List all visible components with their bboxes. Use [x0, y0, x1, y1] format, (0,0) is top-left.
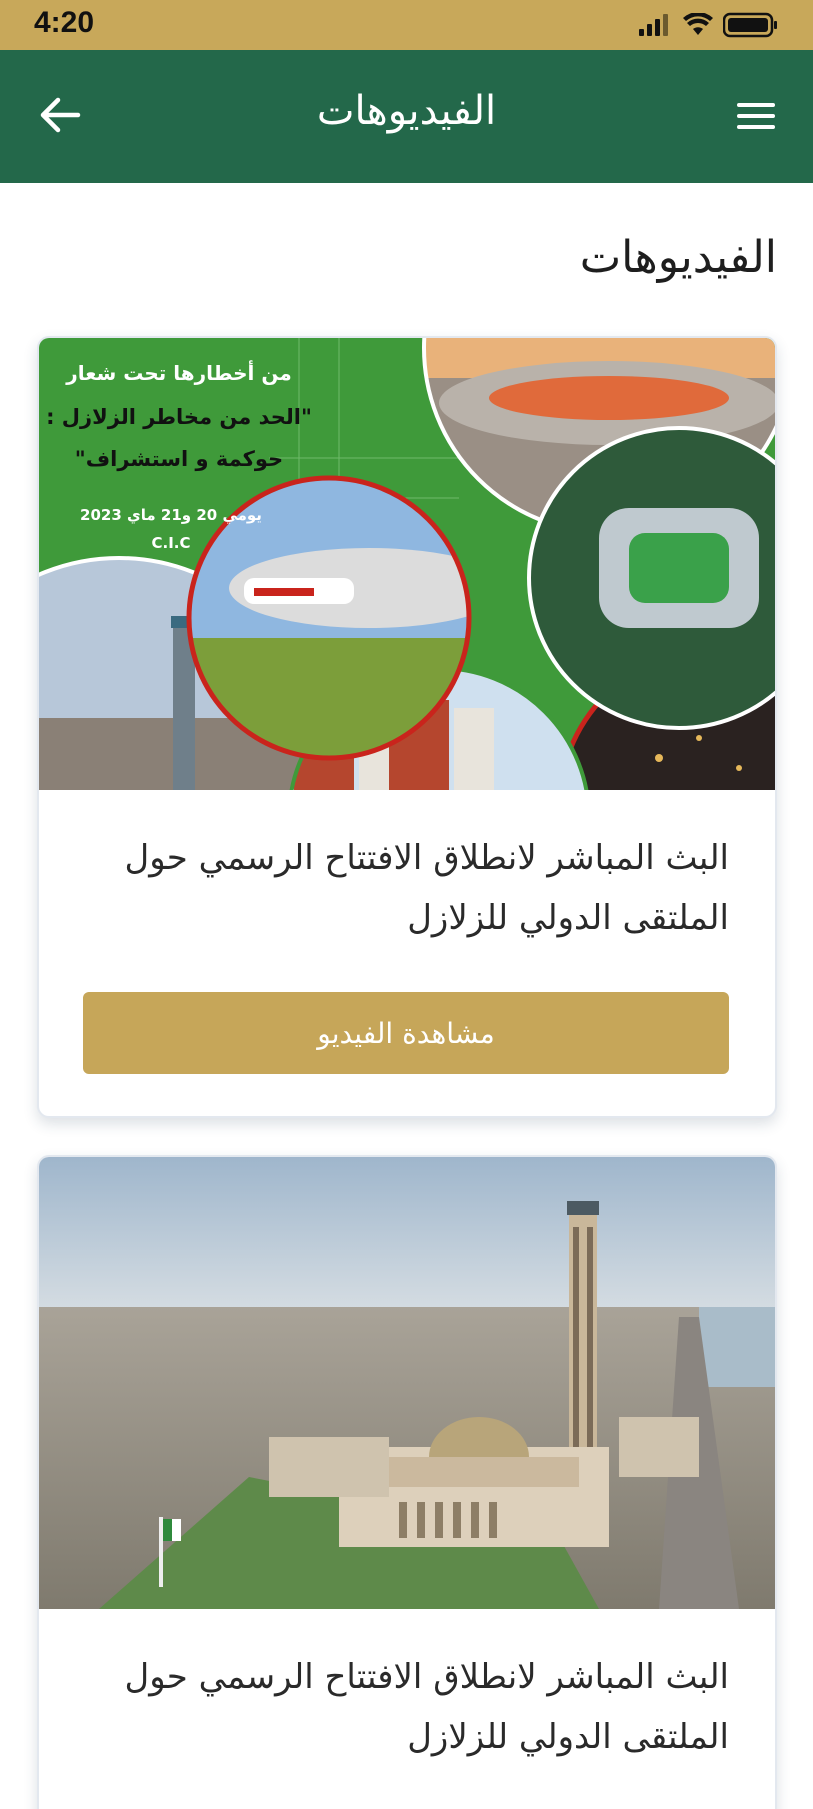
- video-thumbnail[interactable]: من أخطارها تحت شعار "الحد من مخاطر الزلا…: [39, 338, 775, 790]
- watch-video-button[interactable]: مشاهدة الفيديو: [83, 992, 729, 1074]
- video-thumbnail[interactable]: [39, 1157, 775, 1609]
- status-time: 4:20: [34, 6, 95, 39]
- poster-text-line-4: يومي 20 و21 ماي 2023: [80, 506, 262, 525]
- video-title: البث المباشر لانطلاق الافتتاح الرسمي حول…: [124, 838, 729, 938]
- poster-text-line-3: حوكمة و استشراف": [75, 447, 283, 471]
- wifi-icon: [683, 12, 713, 41]
- status-icons: [637, 12, 779, 42]
- video-card: البث المباشر لانطلاق الافتتاح الرسمي حول…: [37, 1155, 777, 1809]
- app-bar: الفيديوهات: [0, 50, 813, 183]
- video-card: من أخطارها تحت شعار "الحد من مخاطر الزلا…: [37, 336, 777, 1118]
- status-bar: 4:20: [0, 0, 813, 50]
- signal-icon: [637, 13, 673, 41]
- battery-icon: [722, 12, 779, 42]
- menu-button[interactable]: [735, 98, 777, 134]
- poster-text-line-2: "الحد من مخاطر الزلازل :: [46, 405, 312, 429]
- poster-text-line-5: C.I.C: [152, 534, 191, 552]
- page-title: الفيديوهات: [316, 88, 497, 134]
- poster-text-line-1: من أخطارها تحت شعار: [65, 359, 292, 385]
- video-title: البث المباشر لانطلاق الافتتاح الرسمي حول…: [124, 1657, 729, 1757]
- hamburger-menu-icon: [737, 103, 775, 129]
- section-heading: الفيديوهات: [579, 232, 777, 283]
